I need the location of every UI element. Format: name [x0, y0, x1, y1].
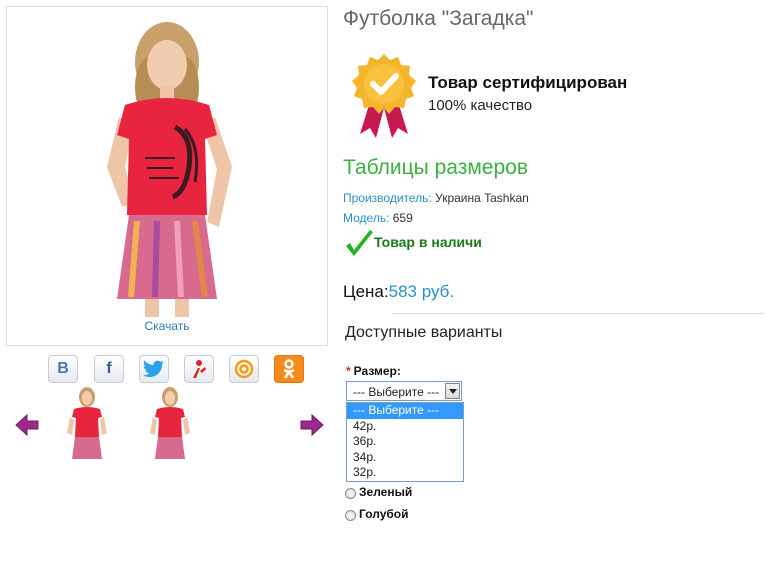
next-arrow-icon[interactable]: [299, 412, 325, 438]
size-option[interactable]: 42р.: [347, 419, 463, 435]
size-option[interactable]: 34р.: [347, 450, 463, 466]
price-row: Цена:583 руб.: [343, 282, 454, 302]
variants-header: Доступные варианты: [345, 324, 503, 341]
certification-subtitle: 100% качество: [428, 97, 533, 114]
stock-text: Товар в наличи: [374, 234, 482, 250]
radio-button[interactable]: [345, 510, 356, 521]
size-select[interactable]: --- Выберите ---: [346, 381, 462, 401]
model-row: Модель: 659: [343, 211, 413, 225]
product-main-image[interactable]: Скачать: [6, 6, 328, 346]
product-photo: [107, 22, 232, 317]
facebook-icon[interactable]: f: [94, 355, 124, 383]
moimir-icon[interactable]: [184, 355, 214, 383]
model-label: Модель:: [343, 211, 390, 225]
color-option-label: Голубой: [359, 507, 409, 521]
price-value: 583 руб.: [388, 282, 455, 301]
prev-arrow-icon[interactable]: [14, 412, 40, 438]
twitter-bird-glyph: [143, 360, 165, 378]
chevron-down-icon[interactable]: [445, 383, 460, 399]
divider: [392, 313, 764, 314]
odnoklassniki-icon[interactable]: [274, 355, 304, 383]
vk-icon[interactable]: В: [48, 355, 78, 383]
model-value: 659: [392, 211, 413, 225]
download-link[interactable]: Скачать: [7, 319, 327, 333]
thumbnail-2[interactable]: [147, 385, 193, 463]
manufacturer-label[interactable]: Производитель:: [343, 191, 432, 205]
product-title: Футболка "Загадка": [343, 7, 534, 30]
vk-letter: В: [57, 360, 69, 377]
size-label: * Размер:: [346, 364, 401, 378]
required-mark: *: [346, 364, 351, 378]
ok-glyph: [283, 359, 295, 379]
size-option[interactable]: 36р.: [347, 434, 463, 450]
mailru-icon[interactable]: [229, 355, 259, 383]
size-dropdown-list: --- Выберите --- 42р. 36р. 34р. 32р.: [346, 402, 464, 482]
thumbnail-1[interactable]: [64, 385, 110, 463]
certified-badge-icon: [352, 54, 416, 138]
certification-title: Товар сертифицирован: [428, 73, 628, 92]
size-option[interactable]: 32р.: [347, 465, 463, 481]
size-label-text: Размер:: [353, 364, 401, 378]
at-sign-glyph: [234, 359, 254, 379]
size-tables-link[interactable]: Таблицы размеров: [343, 156, 528, 180]
size-option[interactable]: --- Выберите ---: [347, 403, 463, 419]
manufacturer-value: Украина Tashkan: [435, 191, 529, 205]
manufacturer-row: Производитель: Украина Tashkan: [343, 191, 529, 205]
moimir-glyph: [193, 360, 206, 378]
facebook-letter: f: [106, 360, 112, 377]
color-option-label: Зеленый: [359, 485, 413, 499]
price-label: Цена:: [343, 282, 389, 301]
green-check-icon: [346, 230, 373, 256]
twitter-icon[interactable]: [139, 355, 169, 383]
radio-button[interactable]: [345, 488, 356, 499]
size-select-value: --- Выберите ---: [353, 385, 440, 399]
